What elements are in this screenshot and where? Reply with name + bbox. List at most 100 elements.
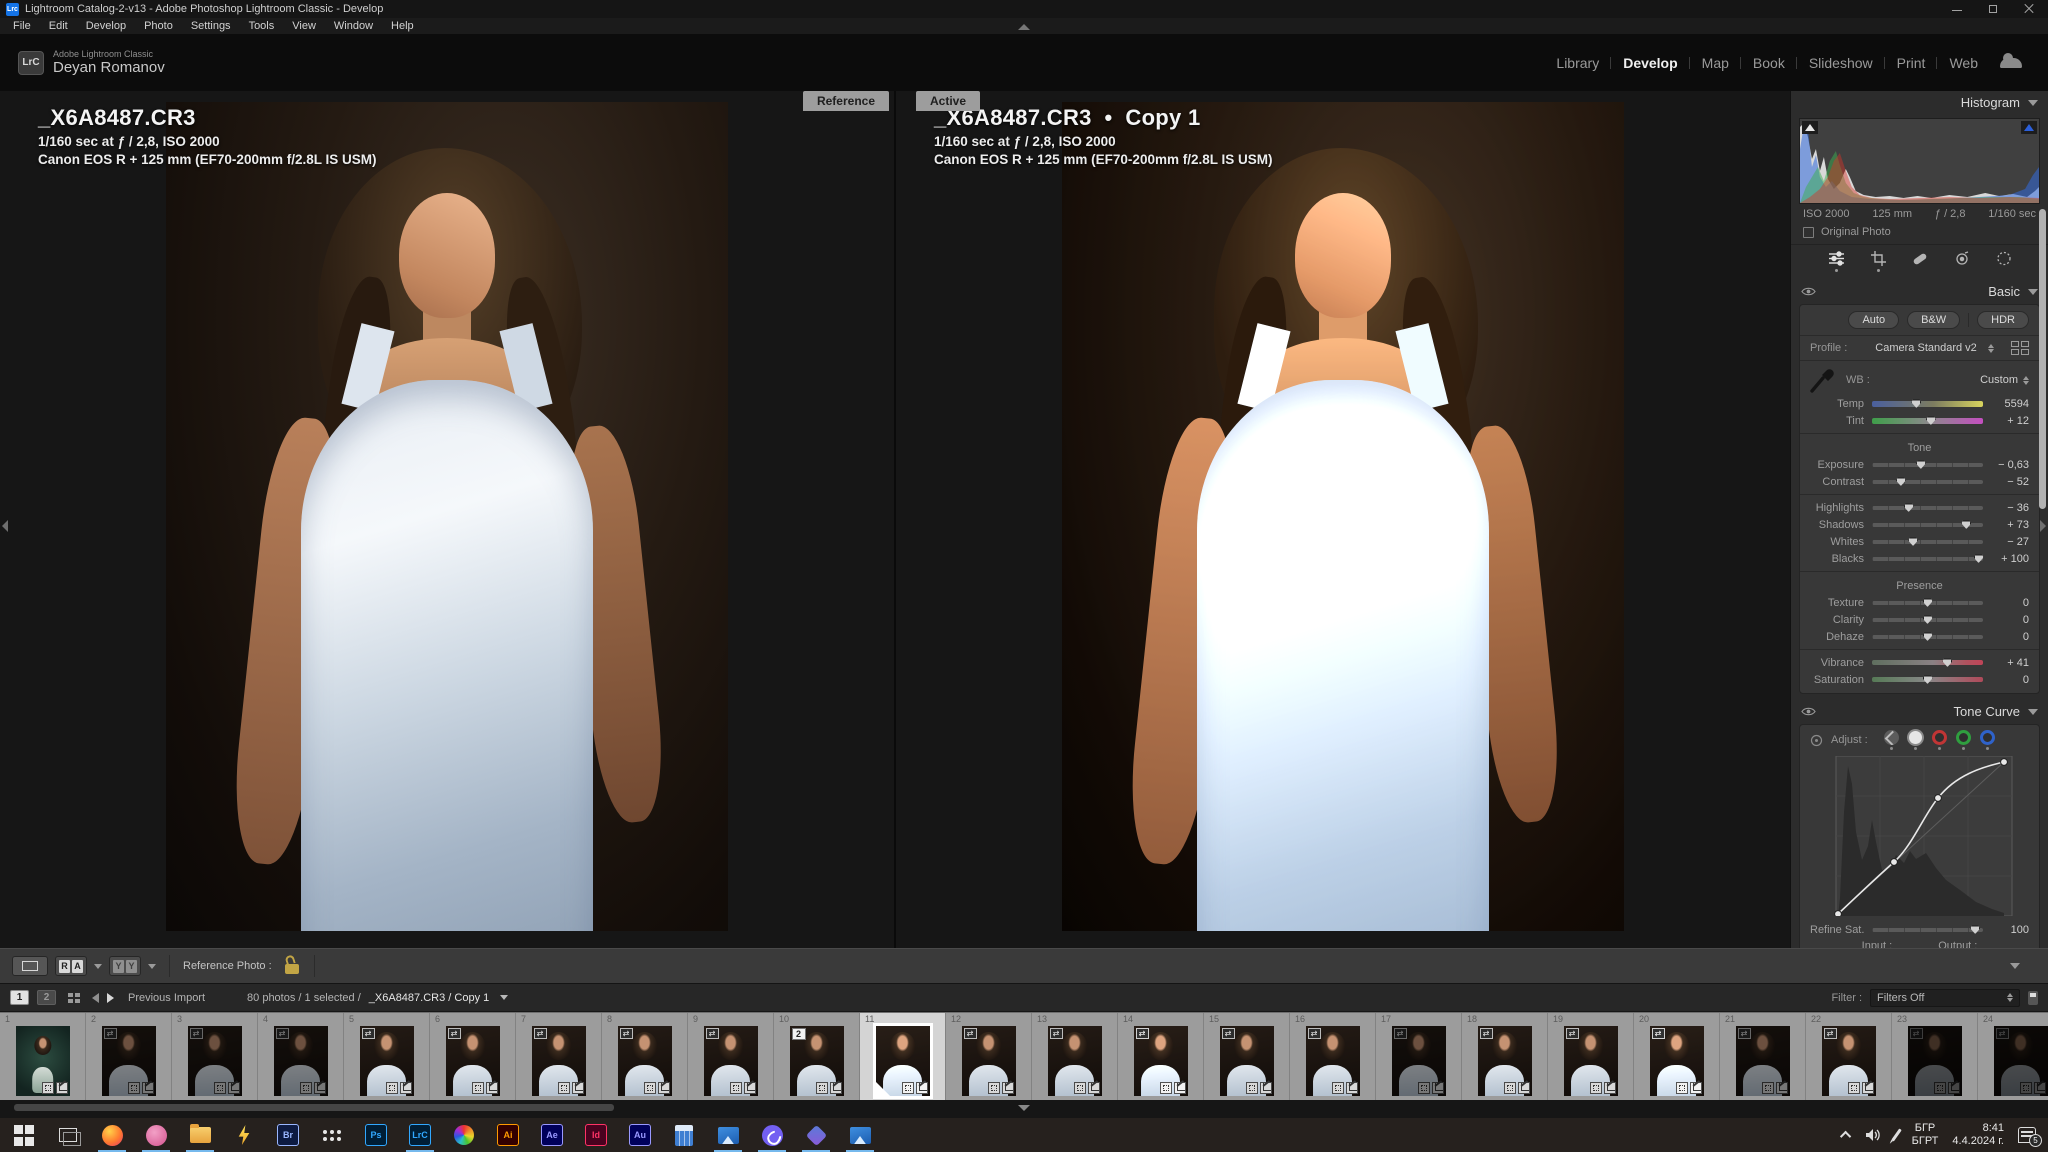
module-library[interactable]: Library	[1544, 55, 1611, 71]
menu-item-photo[interactable]: Photo	[135, 20, 182, 32]
slider-value[interactable]: − 27	[1983, 536, 2029, 548]
slider-thumb[interactable]	[1961, 520, 1971, 529]
crop-tool[interactable]	[1871, 251, 1886, 272]
crop-badge-icon[interactable]	[386, 1082, 398, 1094]
slider-value[interactable]: + 41	[1983, 657, 2029, 669]
thumbnail-image[interactable]: 2	[790, 1026, 844, 1096]
histogram-display[interactable]	[1799, 118, 2040, 204]
slider-thumb[interactable]	[1904, 503, 1914, 512]
filmstrip-cell[interactable]: 21⇄	[1720, 1013, 1806, 1100]
masking-tool[interactable]	[1996, 251, 2012, 272]
thumbnail-image[interactable]: ⇄	[1134, 1026, 1188, 1096]
thumbnail-image[interactable]: ⇄	[962, 1026, 1016, 1096]
taskbar-media-player-icon[interactable]	[222, 1118, 266, 1152]
adjustments-badge-icon[interactable]	[744, 1082, 756, 1094]
crop-badge-icon[interactable]	[300, 1082, 312, 1094]
wb-eyedropper-icon[interactable]	[1810, 367, 1836, 393]
filter-switch-icon[interactable]	[2028, 991, 2038, 1005]
thumbnail-image[interactable]: ⇄	[446, 1026, 500, 1096]
crop-badge-icon[interactable]	[816, 1082, 828, 1094]
thumbnail-image[interactable]: ⇄	[1994, 1026, 2048, 1096]
module-develop[interactable]: Develop	[1611, 55, 1689, 71]
slider-thumb[interactable]	[1942, 658, 1952, 667]
slider-value[interactable]: + 73	[1983, 519, 2029, 531]
slider-track[interactable]	[1872, 677, 1983, 682]
adjustments-badge-icon[interactable]	[1088, 1082, 1100, 1094]
taskbar-calculator-icon[interactable]	[662, 1118, 706, 1152]
adjustments-badge-icon[interactable]	[1862, 1082, 1874, 1094]
crop-badge-icon[interactable]	[730, 1082, 742, 1094]
slider-value[interactable]: + 12	[1983, 415, 2029, 427]
thumbnail-image[interactable]: ⇄	[360, 1026, 414, 1096]
original-photo-checkbox[interactable]	[1803, 227, 1814, 238]
taskbar-lightroom-classic-icon[interactable]: LrC	[398, 1118, 442, 1152]
slider-thumb[interactable]	[1923, 598, 1933, 607]
panel-scrollbar[interactable]	[2039, 209, 2046, 509]
blue-channel-button[interactable]	[1980, 730, 1995, 750]
slider-value[interactable]: 100	[1983, 924, 2029, 936]
thumbnail-image[interactable]: ⇄	[274, 1026, 328, 1096]
slider-value[interactable]: 0	[1983, 631, 2029, 643]
reference-tab[interactable]: Reference	[803, 91, 889, 111]
adjustments-badge-icon[interactable]	[1948, 1082, 1960, 1094]
taskbar-start-icon[interactable]	[2, 1118, 46, 1152]
crop-badge-icon[interactable]	[1246, 1082, 1258, 1094]
slider-track[interactable]	[1872, 557, 1983, 561]
adjustments-badge-icon[interactable]	[400, 1082, 412, 1094]
filmstrip-cell[interactable]: 3⇄	[172, 1013, 258, 1100]
filmstrip-cell[interactable]: 7⇄	[516, 1013, 602, 1100]
slider-track[interactable]	[1872, 463, 1983, 467]
speaker-icon[interactable]	[1865, 1128, 1881, 1142]
slider-thumb[interactable]	[1923, 615, 1933, 624]
before-after-view-button[interactable]: YY	[109, 956, 141, 976]
adjustments-badge-icon[interactable]	[1002, 1082, 1014, 1094]
filmstrip-cell[interactable]: 13⇄	[1032, 1013, 1118, 1100]
menu-item-window[interactable]: Window	[325, 20, 382, 32]
filmstrip-cell[interactable]: 20⇄	[1634, 1013, 1720, 1100]
collapse-top-arrow-icon[interactable]	[1018, 24, 1030, 30]
wb-spinner-icon[interactable]	[2023, 376, 2029, 385]
adjustments-badge-icon[interactable]	[1776, 1082, 1788, 1094]
crop-badge-icon[interactable]	[1332, 1082, 1344, 1094]
taskbar-file-explorer-icon[interactable]	[178, 1118, 222, 1152]
tone-curve-header[interactable]: Tone Curve	[1791, 700, 2048, 723]
basic-panel-eye-icon[interactable]	[1801, 286, 1816, 297]
slider-thumb[interactable]	[1926, 416, 1936, 425]
red-channel-button[interactable]	[1932, 730, 1947, 750]
slider-track[interactable]	[1872, 660, 1983, 665]
adjustments-badge-icon[interactable]	[56, 1082, 68, 1094]
filmstrip-cell[interactable]: 19⇄	[1548, 1013, 1634, 1100]
slider-thumb[interactable]	[1908, 537, 1918, 546]
thumbnail-image[interactable]: ⇄	[1392, 1026, 1446, 1096]
slider-value[interactable]: 5594	[1983, 398, 2029, 410]
thumbnail-image[interactable]: ⇄	[704, 1026, 758, 1096]
loupe-view-button[interactable]	[12, 956, 48, 976]
filmstrip-cell[interactable]: 8⇄	[602, 1013, 688, 1100]
crop-badge-icon[interactable]	[42, 1082, 54, 1094]
slider-track[interactable]	[1872, 401, 1983, 407]
tone-curve-display[interactable]	[1826, 756, 2025, 919]
menu-item-view[interactable]: View	[283, 20, 325, 32]
grid-view-icon[interactable]	[68, 993, 80, 1003]
reference-photo-image[interactable]	[166, 102, 728, 931]
thumbnail-image[interactable]: ⇄	[618, 1026, 672, 1096]
slider-track[interactable]	[1872, 418, 1983, 424]
slider-track[interactable]	[1872, 523, 1983, 527]
crop-badge-icon[interactable]	[472, 1082, 484, 1094]
reference-active-view-button[interactable]: RA	[55, 956, 87, 976]
stack-count-badge[interactable]: 2	[792, 1028, 806, 1040]
crop-badge-icon[interactable]	[988, 1082, 1000, 1094]
thumbnail-image[interactable]: ⇄	[1048, 1026, 1102, 1096]
filmstrip-cell[interactable]: 2⇄	[86, 1013, 172, 1100]
thumbnail-image[interactable]: ⇄	[1306, 1026, 1360, 1096]
filmstrip-cell[interactable]: 6⇄	[430, 1013, 516, 1100]
slider-track[interactable]	[1872, 540, 1983, 544]
crop-badge-icon[interactable]	[1848, 1082, 1860, 1094]
thumbnail-image[interactable]: ⇄	[1564, 1026, 1618, 1096]
auto-button[interactable]: Auto	[1848, 311, 1899, 329]
thumbnail-image[interactable]: ⇄	[532, 1026, 586, 1096]
go-forward-icon[interactable]	[107, 993, 114, 1003]
healing-tool[interactable]	[1912, 251, 1928, 272]
filmstrip-cell[interactable]: 14⇄	[1118, 1013, 1204, 1100]
taskbar-viber-icon[interactable]	[750, 1118, 794, 1152]
